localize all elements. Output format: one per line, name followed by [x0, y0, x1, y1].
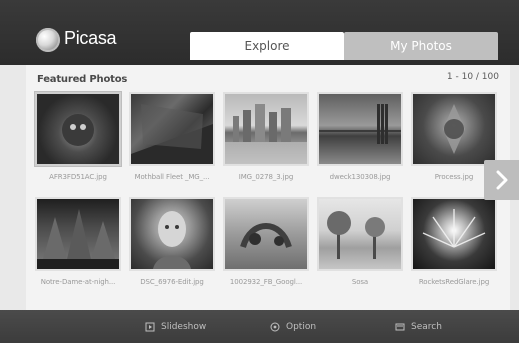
chevron-right-icon	[496, 170, 507, 190]
next-page-button[interactable]	[484, 160, 519, 200]
photo-thumbnail[interactable]	[129, 92, 215, 166]
tab-my-photos-label: My Photos	[390, 39, 452, 53]
photo-tile[interactable]: IMG_0278_3.jpg	[223, 92, 309, 193]
photo-thumbnail[interactable]	[223, 197, 309, 271]
photo-caption: IMG_0278_3.jpg	[238, 173, 294, 181]
header: Picasa Explore My Photos	[0, 0, 519, 65]
footer-search-label: Search	[411, 322, 442, 332]
photo-thumbnail-art	[153, 211, 191, 269]
slideshow-icon	[145, 322, 155, 332]
footer-slideshow-label: Slideshow	[161, 322, 207, 332]
photo-thumbnail[interactable]	[35, 92, 121, 166]
photo-thumbnail[interactable]	[35, 197, 121, 271]
footer-slideshow[interactable]: Slideshow	[145, 318, 206, 336]
photo-tile[interactable]: AFR3FD51AC.jpg	[35, 92, 121, 193]
photo-thumbnail[interactable]	[411, 92, 497, 166]
photo-caption: RocketsRedGlare.jpg	[418, 278, 490, 286]
page-counter: 1 - 10 / 100	[446, 72, 499, 82]
picasa-app: Picasa Explore My Photos Featured Photos…	[0, 0, 519, 343]
photo-thumbnail[interactable]	[223, 92, 309, 166]
photo-thumbnail-art	[62, 114, 94, 146]
footer-option-label: Option	[286, 322, 317, 332]
photo-tile[interactable]: 1002932_FB_Googl...	[223, 197, 309, 298]
photo-thumbnail[interactable]	[411, 197, 497, 271]
photo-thumbnail-art	[37, 209, 119, 269]
footer-search[interactable]: Search	[395, 318, 442, 336]
search-icon	[395, 322, 405, 332]
photo-thumbnail-art	[131, 104, 213, 164]
photo-thumbnail-art	[319, 104, 401, 144]
photo-thumbnail[interactable]	[317, 92, 403, 166]
tab-my-photos[interactable]: My Photos	[344, 32, 498, 60]
tab-explore[interactable]: Explore	[190, 32, 344, 60]
photo-thumbnail-art	[422, 209, 486, 248]
photo-thumbnail-art	[240, 223, 292, 249]
option-icon	[270, 322, 280, 332]
photo-thumbnail-art	[225, 104, 307, 164]
photo-tile[interactable]: dweck130308.jpg	[317, 92, 403, 193]
picasa-logo-icon	[36, 28, 60, 52]
app-title: Picasa	[64, 28, 117, 48]
photo-tile[interactable]: Mothball Fleet _MG_...	[129, 92, 215, 193]
photo-thumbnail-art	[443, 104, 465, 154]
photo-caption: Mothball Fleet _MG_...	[134, 173, 210, 181]
tab-explore-label: Explore	[244, 39, 290, 53]
photo-tile[interactable]: DSC_6976-Edit.jpg	[129, 197, 215, 298]
photo-tile[interactable]: RocketsRedGlare.jpg	[411, 197, 497, 298]
photo-thumbnail[interactable]	[129, 197, 215, 271]
photo-caption: dweck130308.jpg	[329, 173, 391, 181]
photo-caption: AFR3FD51AC.jpg	[49, 173, 107, 181]
footer: Slideshow Option Search	[0, 310, 519, 343]
section-title: Featured Photos	[37, 74, 128, 85]
photo-caption: 1002932_FB_Googl...	[229, 278, 303, 286]
footer-option[interactable]: Option	[270, 318, 316, 336]
photo-caption: Sosa	[351, 278, 369, 286]
photo-thumbnail-art	[327, 211, 385, 259]
photo-thumbnail[interactable]	[317, 197, 403, 271]
photo-caption: DSC_6976-Edit.jpg	[140, 278, 204, 286]
photo-caption: Notre-Dame-at-nigh...	[40, 278, 116, 286]
photo-tile[interactable]: Notre-Dame-at-nigh...	[35, 197, 121, 298]
photo-grid: AFR3FD51AC.jpg Mothball Fleet _MG_... IM…	[35, 92, 497, 294]
photo-tile[interactable]: Sosa	[317, 197, 403, 298]
